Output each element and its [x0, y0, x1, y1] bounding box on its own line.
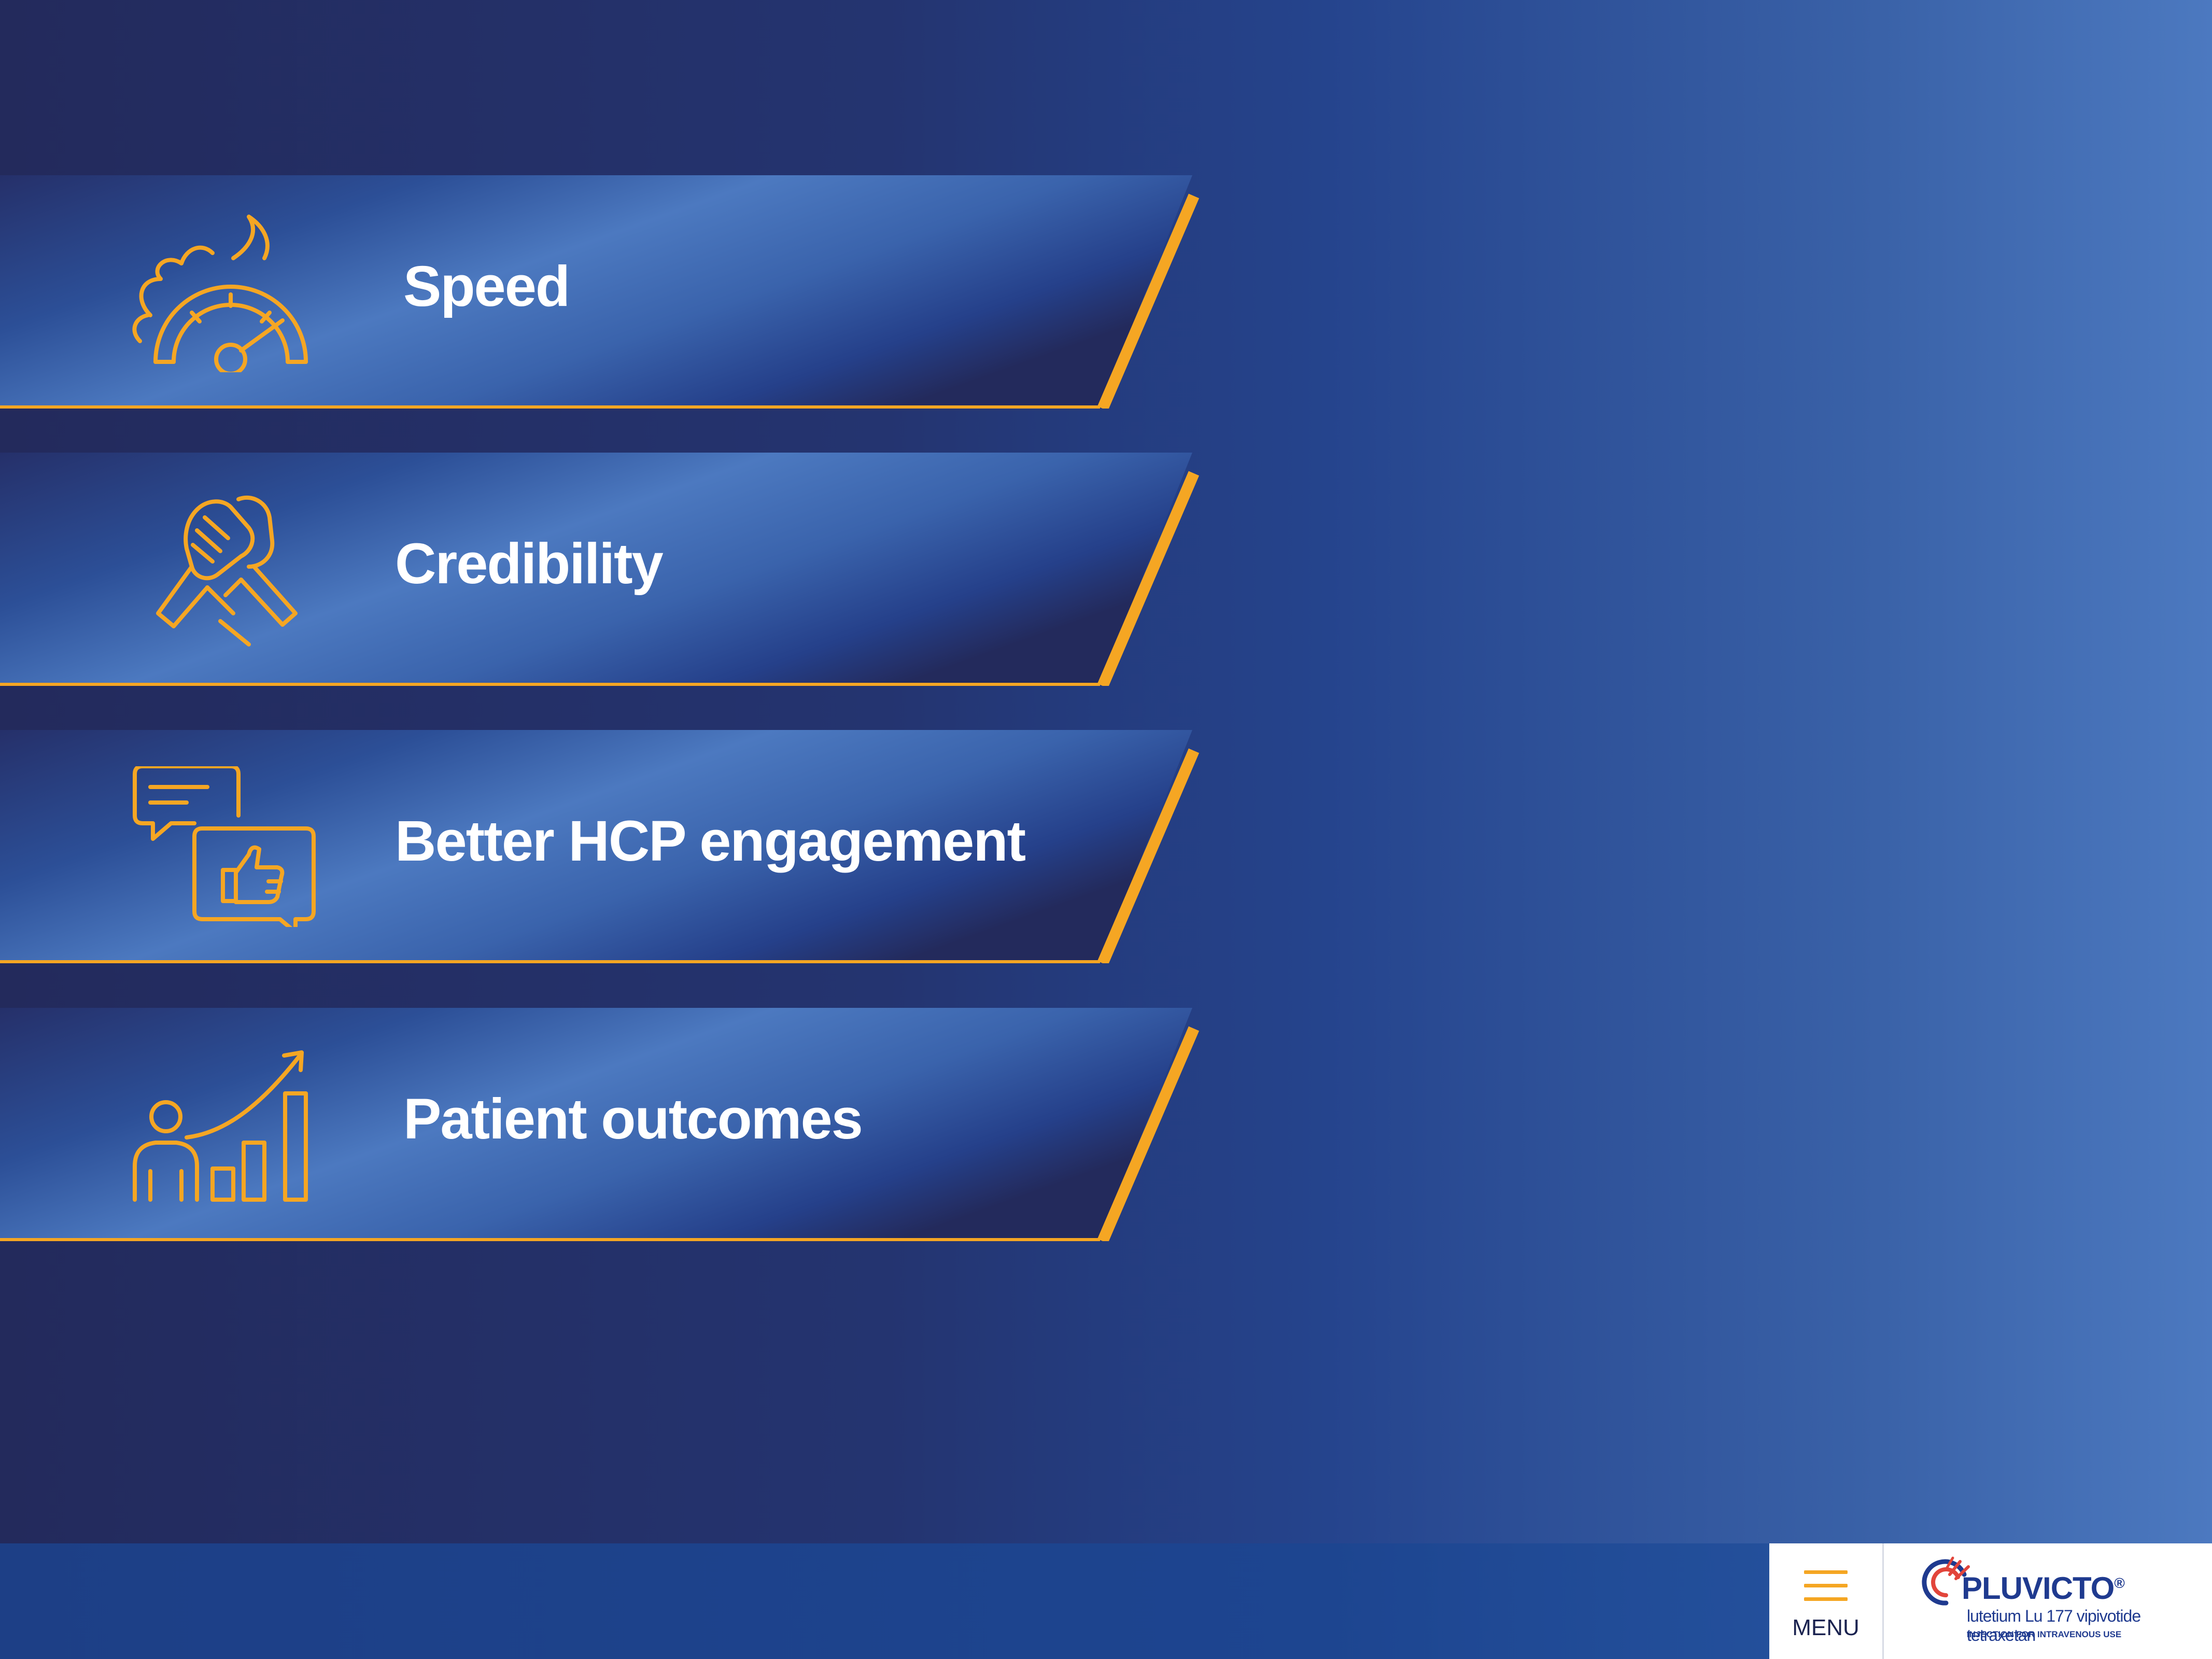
brand-route: INJECTION FOR INTRAVENOUS USE: [1967, 1629, 2122, 1639]
handshake-icon: [156, 495, 298, 646]
slide: { "banners": [ {"label": "Speed", "icon"…: [0, 0, 2212, 1659]
banner-credibility[interactable]: Credibility: [0, 453, 1202, 686]
banner-label: Speed: [403, 255, 570, 318]
menu-button[interactable]: MENU: [1769, 1543, 1884, 1659]
banner-label: Credibility: [395, 532, 664, 596]
banner-hcp-engagement[interactable]: Better HCP engagement: [0, 730, 1202, 963]
speedometer-icon: [132, 215, 308, 372]
hamburger-icon: [1804, 1570, 1848, 1611]
banner-label: Better HCP engagement: [395, 809, 1026, 873]
banner-label: Patient outcomes: [403, 1087, 863, 1151]
brand-logo: PLUVICTO® lutetium Lu 177 vipivotide tet…: [1884, 1543, 2212, 1659]
banner-patient-outcomes[interactable]: Patient outcomes: [0, 1008, 1202, 1241]
menu-label: MENU: [1792, 1615, 1859, 1640]
chat-thumbs-up-icon: [133, 766, 316, 927]
brand-name: PLUVICTO®: [1962, 1571, 2125, 1606]
banner-speed[interactable]: Speed: [0, 175, 1202, 409]
growth-chart-person-icon: [133, 1050, 308, 1202]
